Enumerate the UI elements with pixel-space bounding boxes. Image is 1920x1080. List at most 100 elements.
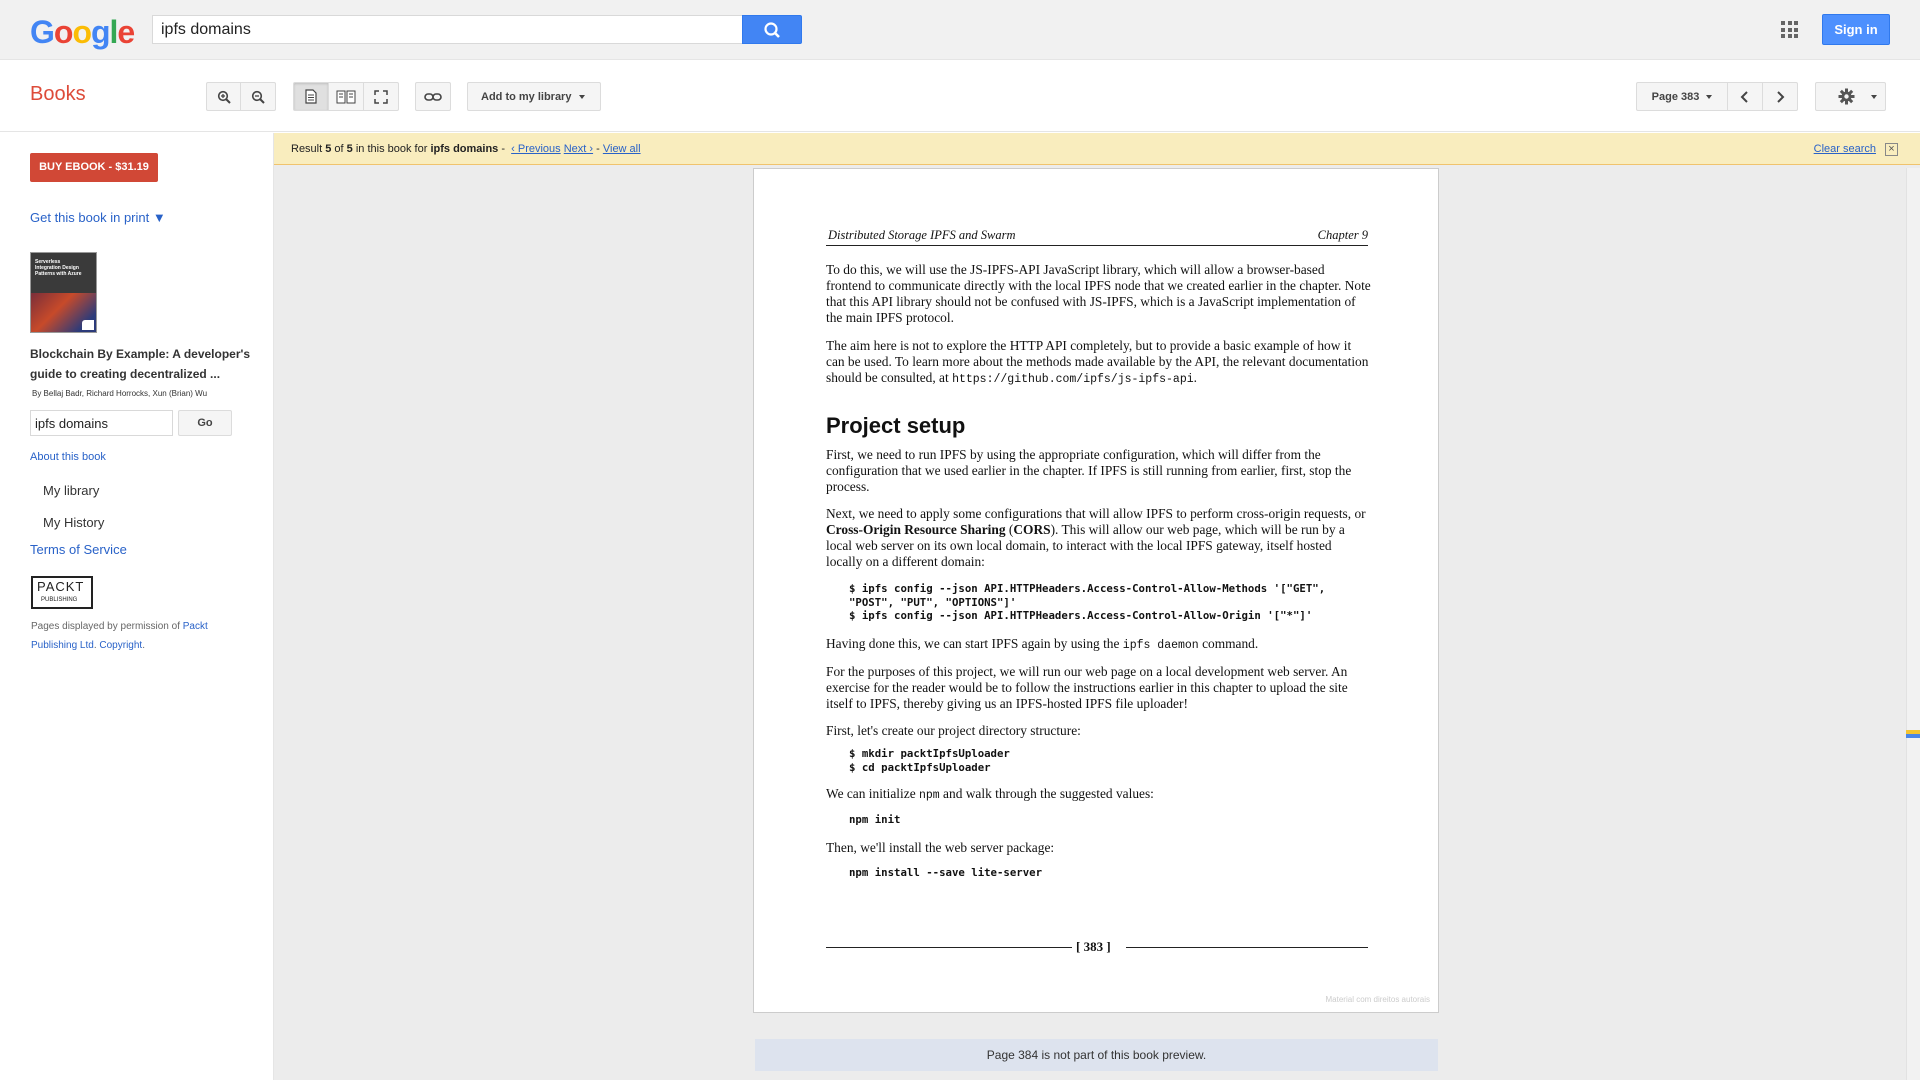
cover-title: Serverless Integration Design Patterns w…: [35, 259, 82, 277]
my-history-link[interactable]: My History: [43, 515, 104, 530]
running-header-left: Distributed Storage IPFS and Swarm: [828, 228, 1016, 242]
permission-notice: Pages displayed by permission of Packt P…: [31, 617, 246, 655]
paragraph: First, let's create our project director…: [826, 723, 1081, 738]
book-cover-thumbnail[interactable]: Serverless Integration Design Patterns w…: [30, 252, 97, 333]
page-select-button[interactable]: Page 383: [1636, 82, 1728, 111]
add-to-library-label: Add to my library: [481, 90, 572, 103]
paragraph: To do this, we will use the JS-IPFS-API …: [826, 262, 1371, 325]
paragraph: Next, we need to apply some configuratio…: [826, 506, 1371, 570]
permission-end: .: [142, 640, 145, 651]
result-summary: Result 5 of 5 in this book for ipfs doma…: [291, 143, 641, 155]
buy-ebook-button[interactable]: BUY EBOOK - $31.19: [30, 153, 158, 182]
bold-term: CORS: [1013, 522, 1051, 537]
paragraph: The aim here is not to explore the HTTP …: [826, 338, 1371, 388]
gear-icon: [1838, 88, 1855, 105]
inline-code: ipfs daemon: [1122, 639, 1199, 652]
about-this-book-link[interactable]: About this book: [30, 451, 106, 463]
search-result-notice: Result 5 of 5 in this book for ipfs doma…: [274, 133, 1920, 165]
book-page: Distributed Storage IPFS and Swarm Chapt…: [753, 168, 1439, 1013]
footer-rule-right: [1126, 947, 1368, 948]
single-page-view-button[interactable]: [293, 82, 329, 111]
header-rule: [826, 245, 1368, 246]
settings-button[interactable]: [1815, 82, 1886, 111]
zoom-in-icon: [217, 90, 231, 104]
search-in-book-input[interactable]: [30, 410, 173, 436]
paragraph: Then, we'll install the web server packa…: [826, 840, 1055, 855]
paragraph-text: and walk through the suggested values:: [939, 786, 1154, 801]
paragraph-end: .: [1193, 370, 1197, 385]
book-title: Blockchain By Example: A developer's gui…: [30, 347, 251, 381]
dropdown-arrow-icon: [1871, 94, 1877, 99]
search-icon: [764, 22, 780, 38]
chevron-left-icon: [1740, 90, 1748, 103]
apps-grid-icon[interactable]: [1781, 21, 1798, 38]
view-all-link[interactable]: View all: [603, 143, 641, 155]
result-word: Result: [291, 143, 326, 155]
two-page-view-button[interactable]: [328, 82, 364, 111]
search-query: ipfs domains: [430, 143, 499, 155]
google-logo[interactable]: Google: [30, 14, 135, 51]
fullscreen-icon: [374, 89, 388, 104]
link-icon: [424, 92, 442, 101]
search-input[interactable]: [152, 15, 743, 44]
search-hit-marker[interactable]: [1906, 730, 1920, 738]
link-button[interactable]: [415, 82, 451, 111]
copyright-link[interactable]: Copyright: [99, 640, 142, 651]
inline-code: npm: [918, 789, 940, 802]
previous-page-button[interactable]: [1727, 82, 1763, 111]
my-library-link[interactable]: My library: [43, 483, 99, 498]
dropdown-arrow-icon: [579, 94, 586, 99]
preview-unavailable-notice: Page 384 is not part of this book previe…: [755, 1039, 1438, 1071]
section-heading: Project setup: [826, 413, 966, 438]
paragraph-text: Next, we need to apply some configuratio…: [826, 506, 1366, 521]
bold-term: Cross-Origin Resource Sharing: [826, 522, 1006, 537]
search-button[interactable]: [742, 15, 802, 44]
dropdown-arrow-icon: [1706, 94, 1713, 99]
paragraph-text: command.: [1198, 636, 1259, 651]
fullscreen-button[interactable]: [363, 82, 399, 111]
page-curl-icon: [82, 320, 94, 330]
next-page-button[interactable]: [1762, 82, 1798, 111]
code-block: npm init: [849, 813, 901, 826]
paragraph-text: We can initialize: [826, 786, 919, 801]
two-page-icon: [336, 90, 356, 103]
of-word: of: [331, 143, 347, 155]
chevron-right-icon: [1777, 90, 1785, 103]
running-header-right: Chapter 9: [1317, 228, 1368, 242]
books-title[interactable]: Books: [30, 83, 86, 106]
permission-prefix: Pages displayed by permission of: [31, 621, 183, 632]
close-icon[interactable]: ×: [1885, 143, 1898, 156]
code-block: $ ipfs config --json API.HTTPHeaders.Acc…: [849, 582, 1326, 623]
paragraph-text: Having done this, we can start IPFS agai…: [826, 636, 1123, 651]
previous-result-link[interactable]: ‹ Previous: [511, 143, 561, 155]
zoom-out-icon: [251, 90, 265, 104]
clear-search-link[interactable]: Clear search: [1814, 143, 1876, 155]
add-to-library-button[interactable]: Add to my library: [467, 82, 601, 111]
single-page-icon: [305, 89, 317, 104]
page-select-label: Page 383: [1651, 90, 1700, 103]
in-book-text: in this book for: [352, 143, 431, 155]
publisher-logo-text: PACKT: [37, 579, 85, 594]
paragraph: First, we need to run IPFS by using the …: [826, 447, 1352, 494]
page-viewer[interactable]: Distributed Storage IPFS and Swarm Chapt…: [274, 165, 1920, 1080]
terms-of-service-link[interactable]: Terms of Service: [30, 542, 127, 557]
code-block: npm install --save lite-server: [849, 866, 1043, 879]
paragraph: Having done this, we can start IPFS agai…: [826, 636, 1371, 654]
paragraph: For the purposes of this project, we wil…: [826, 664, 1348, 711]
zoom-out-button[interactable]: [240, 82, 276, 111]
packt-publishing-logo[interactable]: PACKT PUBLISHING: [31, 576, 93, 609]
get-book-in-print-link[interactable]: Get this book in print ▼: [30, 210, 166, 225]
book-sidebar: BUY EBOOK - $31.19 Get this book in prin…: [0, 133, 274, 1080]
zoom-in-button[interactable]: [206, 82, 241, 111]
sign-in-button[interactable]: Sign in: [1822, 14, 1890, 45]
top-bar: Google Sign in: [0, 0, 1920, 60]
separator: -: [498, 143, 509, 155]
books-toolbar: Books Add to my library Page 383: [0, 60, 1920, 132]
api-url: https://github.com/ipfs/js-ipfs-api: [952, 373, 1194, 386]
watermark: Material com direitos autorais: [1325, 995, 1430, 1004]
paragraph: We can initialize npm and walk through t…: [826, 786, 1371, 804]
vertical-scrollbar[interactable]: [1906, 168, 1920, 1080]
book-authors: By Bellaj Badr, Richard Horrocks, Xun (B…: [32, 389, 208, 398]
go-button[interactable]: Go: [178, 410, 232, 436]
next-result-link[interactable]: Next ›: [564, 143, 593, 155]
